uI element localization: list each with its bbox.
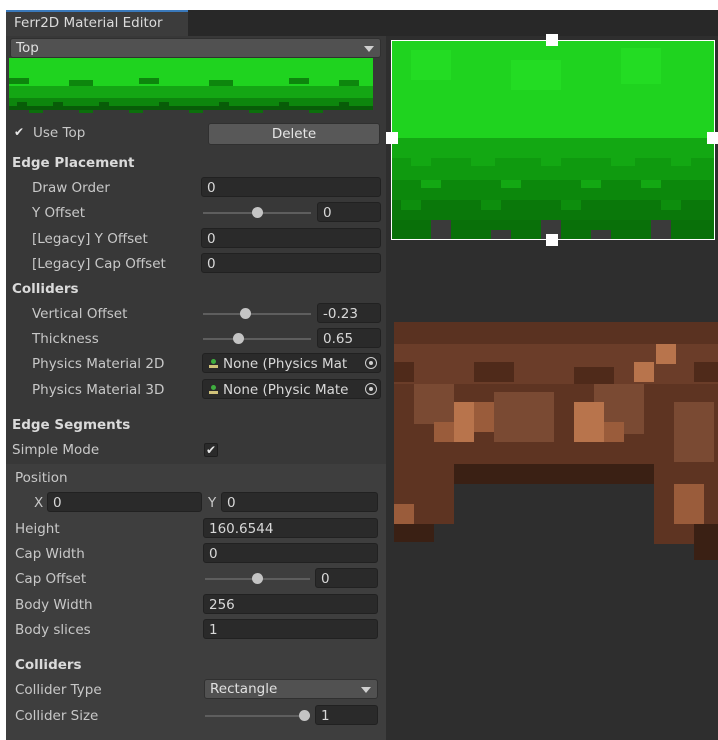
vertical-offset-slider-track[interactable]	[203, 313, 311, 315]
vertical-offset-label: Vertical Offset	[32, 306, 128, 322]
edge-preview-thumbnail	[9, 58, 373, 118]
collider-type-dropdown[interactable]: Rectangle	[204, 679, 378, 699]
edge-type-value: Top	[16, 40, 39, 56]
vertical-offset-slider-handle[interactable]	[239, 308, 251, 319]
vertical-offset-field[interactable]: -0.23	[317, 303, 381, 323]
position-y-label: Y	[208, 495, 217, 511]
object-picker-icon[interactable]	[365, 357, 377, 369]
thickness-field[interactable]: 0.65	[317, 328, 381, 348]
height-label: Height	[15, 521, 60, 537]
physics-material-3d-field[interactable]: None (Physic Mate	[202, 379, 381, 399]
physics-material-2d-label: Physics Material 2D	[32, 356, 165, 372]
draw-order-label: Draw Order	[32, 180, 110, 196]
physics-material-3d-label: Physics Material 3D	[32, 382, 165, 398]
collider-size-field[interactable]: 1	[315, 705, 378, 725]
selection-handle-top[interactable]	[546, 34, 558, 46]
legacy-y-offset-label: [Legacy] Y Offset	[32, 231, 148, 247]
cap-width-label: Cap Width	[15, 546, 85, 562]
y-offset-slider-handle[interactable]	[251, 207, 263, 218]
body-width-field[interactable]: 256	[203, 594, 378, 614]
simple-mode-checkbox[interactable]: ✔	[204, 443, 218, 457]
body-slices-field[interactable]: 1	[203, 619, 378, 639]
legacy-cap-offset-label: [Legacy] Cap Offset	[32, 256, 166, 272]
simple-mode-label: Simple Mode	[12, 442, 100, 458]
physics-material-icon	[209, 385, 218, 394]
height-field[interactable]: 160.6544	[203, 518, 378, 538]
object-picker-icon[interactable]	[365, 383, 377, 395]
segment-colliders-header: Colliders	[15, 657, 82, 673]
colliders-header: Colliders	[12, 281, 79, 297]
delete-button[interactable]: Delete	[208, 123, 380, 145]
legacy-y-offset-field[interactable]: 0	[201, 228, 381, 248]
selection-handle-bottom[interactable]	[546, 234, 558, 246]
cap-offset-label: Cap Offset	[15, 571, 87, 587]
edge-placement-header: Edge Placement	[12, 155, 135, 171]
y-offset-field[interactable]: 0	[317, 202, 381, 222]
body-slices-label: Body slices	[15, 622, 91, 638]
use-top-label: Use Top	[33, 125, 86, 141]
dirt-body-texture	[394, 322, 718, 560]
position-x-label: X	[34, 495, 44, 511]
physics-material-icon	[209, 359, 218, 368]
collider-size-label: Collider Size	[15, 708, 99, 724]
edge-segments-header: Edge Segments	[12, 417, 131, 433]
collider-type-value: Rectangle	[210, 681, 278, 697]
thickness-slider-track[interactable]	[203, 338, 311, 340]
edge-texture-selection[interactable]	[391, 40, 715, 240]
cap-width-field[interactable]: 0	[203, 543, 378, 563]
draw-order-field[interactable]: 0	[201, 177, 381, 197]
edge-type-dropdown[interactable]: Top	[10, 38, 381, 58]
thickness-label: Thickness	[32, 331, 99, 347]
chevron-down-icon	[361, 687, 371, 693]
physics-material-3d-value: None (Physic Mate	[223, 382, 349, 398]
y-offset-label: Y Offset	[32, 205, 86, 221]
position-y-field[interactable]: 0	[221, 492, 378, 512]
physics-material-2d-field[interactable]: None (Physics Mat	[202, 353, 381, 373]
position-label: Position	[15, 470, 68, 486]
selection-handle-right[interactable]	[707, 132, 718, 144]
use-top-checkbox[interactable]: ✔	[12, 126, 26, 140]
collider-size-slider-track[interactable]	[205, 715, 310, 717]
tab-ferr2d-material-editor[interactable]: Ferr2D Material Editor	[6, 10, 188, 36]
selection-handle-left[interactable]	[386, 132, 398, 144]
collider-type-label: Collider Type	[15, 682, 102, 698]
cap-offset-slider-handle[interactable]	[252, 573, 263, 584]
legacy-cap-offset-field[interactable]: 0	[201, 253, 381, 273]
body-width-label: Body Width	[15, 597, 93, 613]
physics-material-2d-value: None (Physics Mat	[223, 356, 348, 372]
chevron-down-icon	[364, 46, 374, 52]
position-x-field[interactable]: 0	[47, 492, 202, 512]
cap-offset-field[interactable]: 0	[315, 568, 378, 588]
